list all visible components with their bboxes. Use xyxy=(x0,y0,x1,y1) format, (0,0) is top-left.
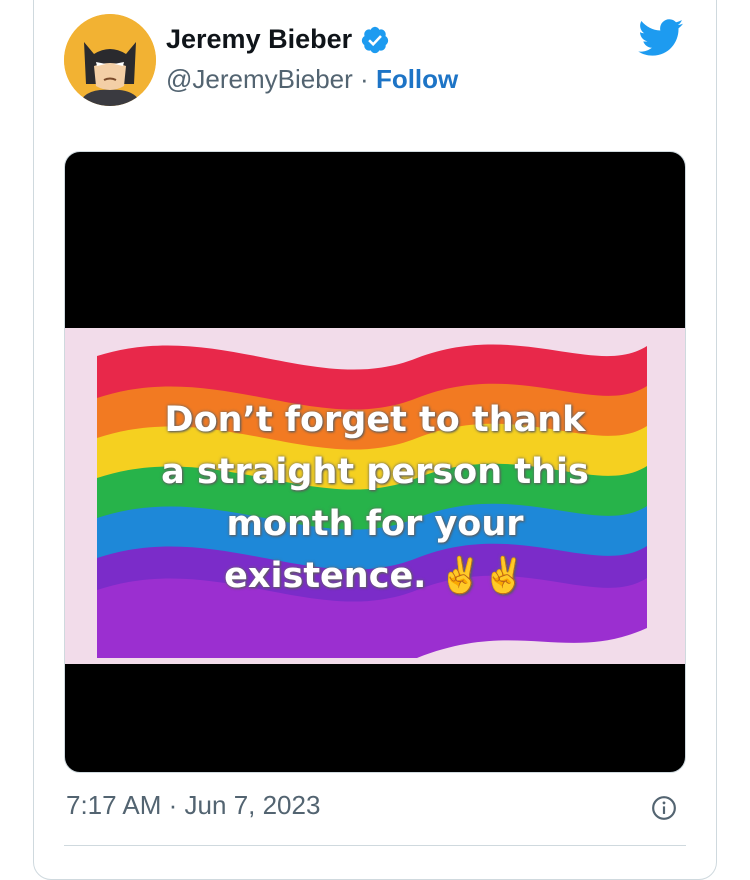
timestamp-separator: · xyxy=(168,790,178,820)
display-name-row[interactable]: Jeremy Bieber xyxy=(166,24,390,55)
tweet-date[interactable]: Jun 7, 2023 xyxy=(185,790,321,820)
info-icon[interactable] xyxy=(651,795,677,821)
tweet-image[interactable]: Don’t forget to thank a straight person … xyxy=(64,151,686,773)
batman-avatar-icon xyxy=(64,14,156,106)
tweet-timestamp[interactable]: 7:17 AM · Jun 7, 2023 xyxy=(66,790,320,821)
avatar[interactable] xyxy=(64,14,156,106)
caption-line: Don’t forget to thank xyxy=(164,400,586,440)
tweet-time[interactable]: 7:17 AM xyxy=(66,790,161,820)
caption-line: existence. ✌️✌️ xyxy=(224,556,526,596)
divider xyxy=(64,845,686,846)
separator: · xyxy=(360,64,369,94)
caption-line: a straight person this xyxy=(161,452,589,492)
image-caption: Don’t forget to thank a straight person … xyxy=(65,394,685,602)
display-name[interactable]: Jeremy Bieber xyxy=(166,24,352,55)
handle[interactable]: @JeremyBieber xyxy=(166,64,353,94)
follow-button[interactable]: Follow xyxy=(376,64,458,94)
verified-badge-icon xyxy=(361,26,389,53)
caption-line: month for your xyxy=(226,504,524,544)
twitter-bird-icon[interactable] xyxy=(638,18,684,56)
handle-row: @JeremyBieber · Follow xyxy=(166,64,458,95)
